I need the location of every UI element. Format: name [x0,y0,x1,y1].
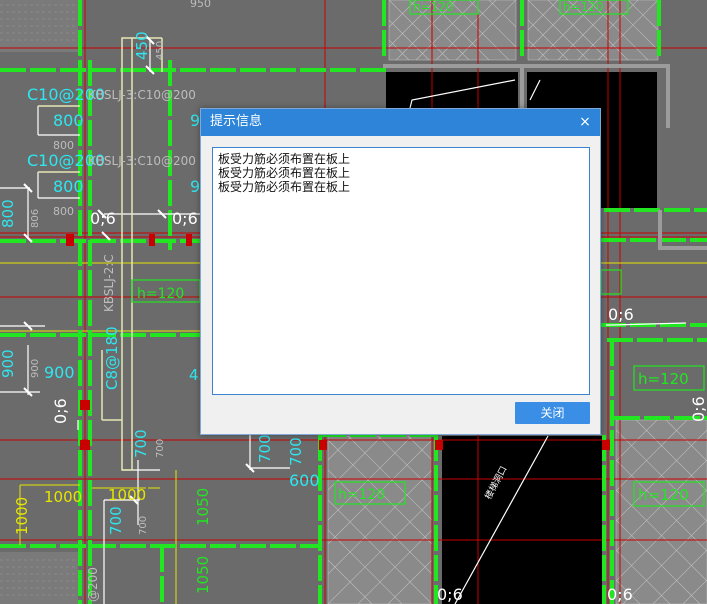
message-list[interactable]: 板受力筋必须布置在板上 板受力筋必须布置在板上 板受力筋必须布置在板上 [212,147,590,395]
cad-label: 900 [30,359,41,378]
cad-label: 1050 [194,488,212,526]
cad-label: 0;6 [608,305,634,324]
cad-label: 800 [0,199,17,228]
cad-label: h=120 [563,0,604,14]
cad-label: KBSLJ-3:C10@200 [88,154,196,168]
cad-label: 1000 [13,497,31,535]
cad-label: 0;6 [437,585,463,604]
cad-label: 450 [155,41,166,60]
message-line: 板受力筋必须布置在板上 [218,180,351,194]
message-line: 板受力筋必须布置在板上 [218,152,351,166]
cad-label: 1000 [44,488,82,506]
cad-label: h=120 [413,0,454,14]
cad-label: C8@180 [103,326,121,390]
cad-label: 450 [133,31,151,60]
cad-label: 700 [256,434,274,463]
cad-label: 0;6 [51,398,70,424]
cad-label: h=120 [137,286,184,302]
cad-label: 700 [155,439,166,458]
cad-label: 800 [53,111,84,130]
cad-label: 800 [53,205,74,218]
cad-label: KBSLJ-2:C [102,254,116,312]
close-icon[interactable]: × [576,112,594,132]
cad-label: 0;6 [607,585,633,604]
cad-label: 0;6 [689,396,707,422]
cad-label: 900 [0,349,17,378]
cad-label: h=120 [638,486,689,504]
cad-label: 1050 [194,556,212,594]
cad-label: 0;6 [172,209,198,228]
cad-label: 600 [289,471,320,490]
cad-label: @200 [86,567,100,602]
close-button[interactable]: 关闭 [515,402,590,424]
cad-label: 9 [190,177,200,196]
cad-label: 900 [44,363,75,382]
cad-label: h=120 [338,487,385,503]
cad-label: 9 [190,111,200,130]
cad-label: 0;6 [90,209,116,228]
message-line: 板受力筋必须布置在板上 [218,166,351,180]
cad-label: h=120 [638,370,689,388]
cad-label: 700 [107,506,125,535]
cad-label: 700 [132,429,150,458]
dialog-title: 提示信息 [210,114,263,129]
cad-label: 800 [53,177,84,196]
cad-label: 950 [190,0,211,10]
cad-label: 700 [138,516,149,535]
cad-label: KBSLJ-3:C10@200 [88,88,196,102]
cad-label: 1000 [108,486,146,504]
prompt-dialog: 提示信息 × 板受力筋必须布置在板上 板受力筋必须布置在板上 板受力筋必须布置在… [200,108,601,435]
dialog-title-bar[interactable]: 提示信息 × [201,109,600,136]
cad-label: 806 [30,209,41,228]
cad-label: 700 [287,437,305,466]
